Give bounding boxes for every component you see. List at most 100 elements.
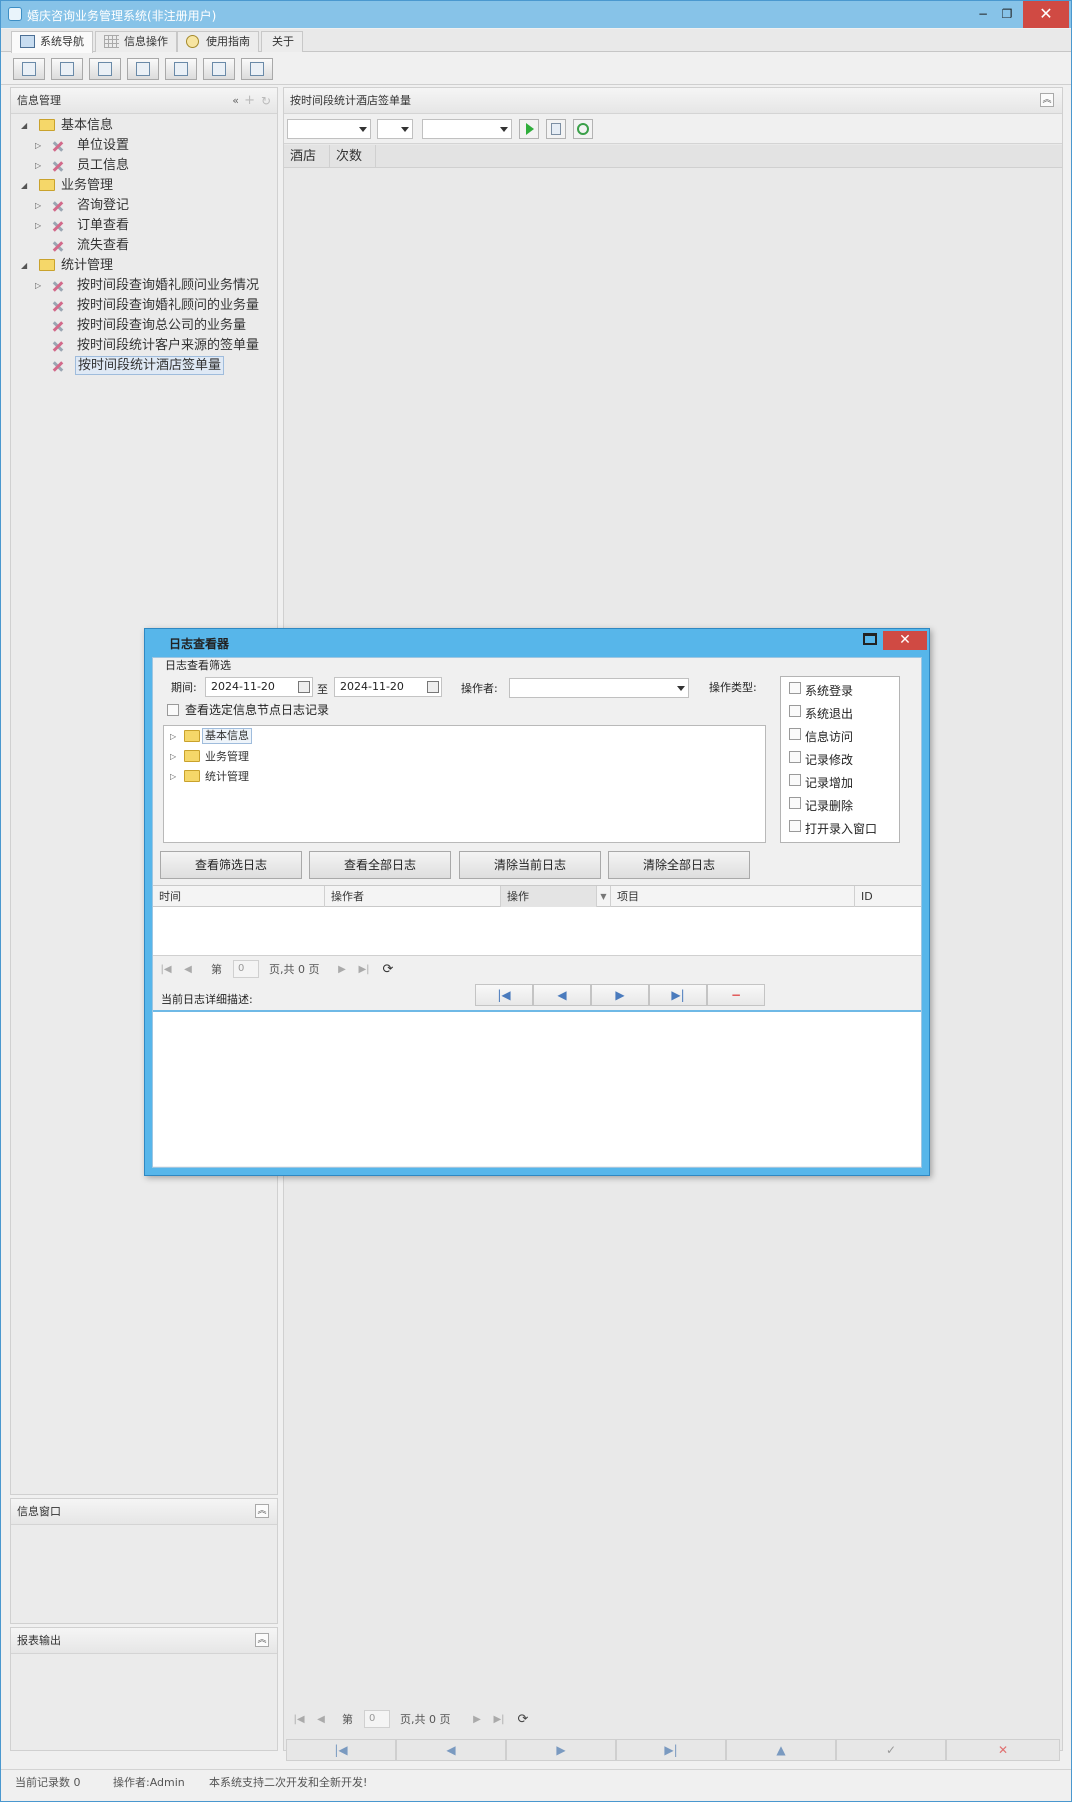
expand-icon[interactable]: ◢ xyxy=(21,256,31,275)
tree-label: 统计管理 xyxy=(205,770,249,783)
last-record-button[interactable]: ▶| xyxy=(616,1739,726,1761)
tab-label: 系统导航 xyxy=(40,35,84,48)
refresh-button[interactable] xyxy=(573,119,593,139)
toolbar-records-button[interactable] xyxy=(165,58,197,80)
view-all-logs-button[interactable]: 查看全部日志 xyxy=(309,851,451,879)
chevron-up-icon[interactable]: ︽ xyxy=(255,1504,269,1518)
checkbox[interactable] xyxy=(789,774,801,786)
node-filter-checkbox[interactable] xyxy=(167,704,179,716)
move-up-button[interactable]: ▲ xyxy=(726,1739,836,1761)
cancel-button[interactable]: ✕ xyxy=(946,1739,1060,1761)
users-icon xyxy=(136,62,150,76)
collapse-arrow-icon[interactable]: ▷ xyxy=(170,767,180,786)
checkbox[interactable] xyxy=(789,682,801,694)
column-header-operation[interactable]: 操作 xyxy=(501,886,597,908)
first-page-icon[interactable]: |◀ xyxy=(157,961,175,979)
toolbar-report-button[interactable] xyxy=(203,58,235,80)
last-page-icon[interactable]: ▶| xyxy=(355,961,373,979)
tab-system-nav[interactable]: 系统导航 xyxy=(11,31,93,53)
next-record-button[interactable]: ▶ xyxy=(506,1739,616,1761)
chevron-up-icon[interactable]: ︽ xyxy=(1040,93,1054,107)
column-header-id[interactable]: ID xyxy=(855,886,921,908)
double-chevron-left-icon[interactable]: « xyxy=(232,88,239,114)
detail-last-button[interactable]: ▶| xyxy=(649,984,707,1006)
period-select[interactable] xyxy=(422,119,512,139)
prev-record-button[interactable]: ◀ xyxy=(396,1739,506,1761)
collapse-arrow-icon[interactable]: ▷ xyxy=(35,136,45,155)
toolbar-users-button[interactable] xyxy=(127,58,159,80)
checkbox[interactable] xyxy=(789,705,801,717)
column-header-item[interactable]: 项目 xyxy=(611,886,855,908)
column-header-count[interactable]: 次数 xyxy=(330,145,376,168)
run-button[interactable] xyxy=(519,119,539,139)
operator-select[interactable] xyxy=(509,678,689,698)
calendar-icon[interactable] xyxy=(427,681,439,693)
detail-delete-button[interactable]: − xyxy=(707,984,765,1006)
export-button[interactable] xyxy=(546,119,566,139)
tools-icon xyxy=(51,359,65,373)
log-grid-body[interactable] xyxy=(153,907,921,955)
first-page-icon[interactable]: |◀ xyxy=(290,1711,308,1729)
restore-button[interactable]: ❐ xyxy=(993,1,1021,28)
collapse-arrow-icon[interactable]: ▷ xyxy=(35,276,45,295)
toolbar-document-button[interactable] xyxy=(89,58,121,80)
log-viewer-dialog: 日志查看器 ✕ 日志查看筛选 期间: 2024-11-20 至 2024-11-… xyxy=(144,628,930,1176)
column-header-hotel[interactable]: 酒店 xyxy=(284,145,330,168)
panel-title: 信息窗口 xyxy=(17,1505,61,1518)
column-header-time[interactable]: 时间 xyxy=(153,886,325,908)
checkbox[interactable] xyxy=(789,728,801,740)
log-detail-textarea[interactable] xyxy=(153,1010,921,1166)
dialog-close-button[interactable]: ✕ xyxy=(883,631,927,650)
prev-page-icon[interactable]: ◀ xyxy=(179,961,197,979)
next-page-icon[interactable]: ▶ xyxy=(468,1711,486,1729)
calendar-icon[interactable] xyxy=(298,681,310,693)
column-filter-icon[interactable]: ▼ xyxy=(597,886,611,908)
chevron-up-icon[interactable]: ︽ xyxy=(255,1633,269,1647)
close-button[interactable]: ✕ xyxy=(1023,1,1069,28)
collapse-arrow-icon[interactable]: ▷ xyxy=(170,727,180,746)
date-from-input[interactable]: 2024-11-20 xyxy=(205,677,313,697)
refresh-icon[interactable]: ↻ xyxy=(261,88,271,114)
maximize-icon[interactable] xyxy=(863,633,877,645)
expand-icon[interactable]: ◢ xyxy=(21,176,31,195)
clear-current-log-button[interactable]: 清除当前日志 xyxy=(459,851,601,879)
collapse-arrow-icon[interactable]: ▷ xyxy=(35,156,45,175)
detail-first-button[interactable]: |◀ xyxy=(475,984,533,1006)
detail-prev-button[interactable]: ◀ xyxy=(533,984,591,1006)
optype-checklist: 系统登录 系统退出 信息访问 记录修改 记录增加 记录删除 打开录入窗口 xyxy=(780,676,900,843)
checkbox[interactable] xyxy=(789,797,801,809)
toolbar-window-button[interactable] xyxy=(241,58,273,80)
toolbar-list-button[interactable] xyxy=(51,58,83,80)
record-navigation-bar: |◀ ◀ ▶ ▶| ▲ ✓ ✕ xyxy=(286,1739,1060,1761)
collapse-arrow-icon[interactable]: ▷ xyxy=(35,196,45,215)
prev-page-icon[interactable]: ◀ xyxy=(312,1711,330,1729)
month-select[interactable] xyxy=(377,119,413,139)
last-page-icon[interactable]: ▶| xyxy=(490,1711,508,1729)
record-count: 当前记录数 0 xyxy=(15,1776,81,1789)
next-page-icon[interactable]: ▶ xyxy=(333,961,351,979)
reload-icon[interactable]: ⟳ xyxy=(379,961,397,979)
column-header-operator[interactable]: 操作者 xyxy=(325,886,501,908)
checkbox[interactable] xyxy=(789,820,801,832)
view-filtered-logs-button[interactable]: 查看筛选日志 xyxy=(160,851,302,879)
add-icon[interactable]: + xyxy=(244,88,255,114)
detail-next-button[interactable]: ▶ xyxy=(591,984,649,1006)
first-record-button[interactable]: |◀ xyxy=(286,1739,396,1761)
tools-icon xyxy=(51,199,65,213)
tab-user-guide[interactable]: 使用指南 xyxy=(177,31,259,52)
page-input[interactable]: 0 xyxy=(364,1710,390,1728)
confirm-button[interactable]: ✓ xyxy=(836,1739,946,1761)
date-to-input[interactable]: 2024-11-20 xyxy=(334,677,442,697)
collapse-arrow-icon[interactable]: ▷ xyxy=(170,747,180,766)
tab-about[interactable]: 关于 xyxy=(261,31,303,52)
reload-icon[interactable]: ⟳ xyxy=(514,1711,532,1729)
page-input[interactable]: 0 xyxy=(233,960,259,978)
collapse-arrow-icon[interactable]: ▷ xyxy=(35,216,45,235)
expand-icon[interactable]: ◢ xyxy=(21,116,31,135)
year-select[interactable] xyxy=(287,119,371,139)
tree-label: 按时间段查询婚礼顾问的业务量 xyxy=(77,298,260,313)
checkbox[interactable] xyxy=(789,751,801,763)
tab-info-ops[interactable]: 信息操作 xyxy=(95,31,177,52)
clear-all-logs-button[interactable]: 清除全部日志 xyxy=(608,851,750,879)
toolbar-search-button[interactable] xyxy=(13,58,45,80)
